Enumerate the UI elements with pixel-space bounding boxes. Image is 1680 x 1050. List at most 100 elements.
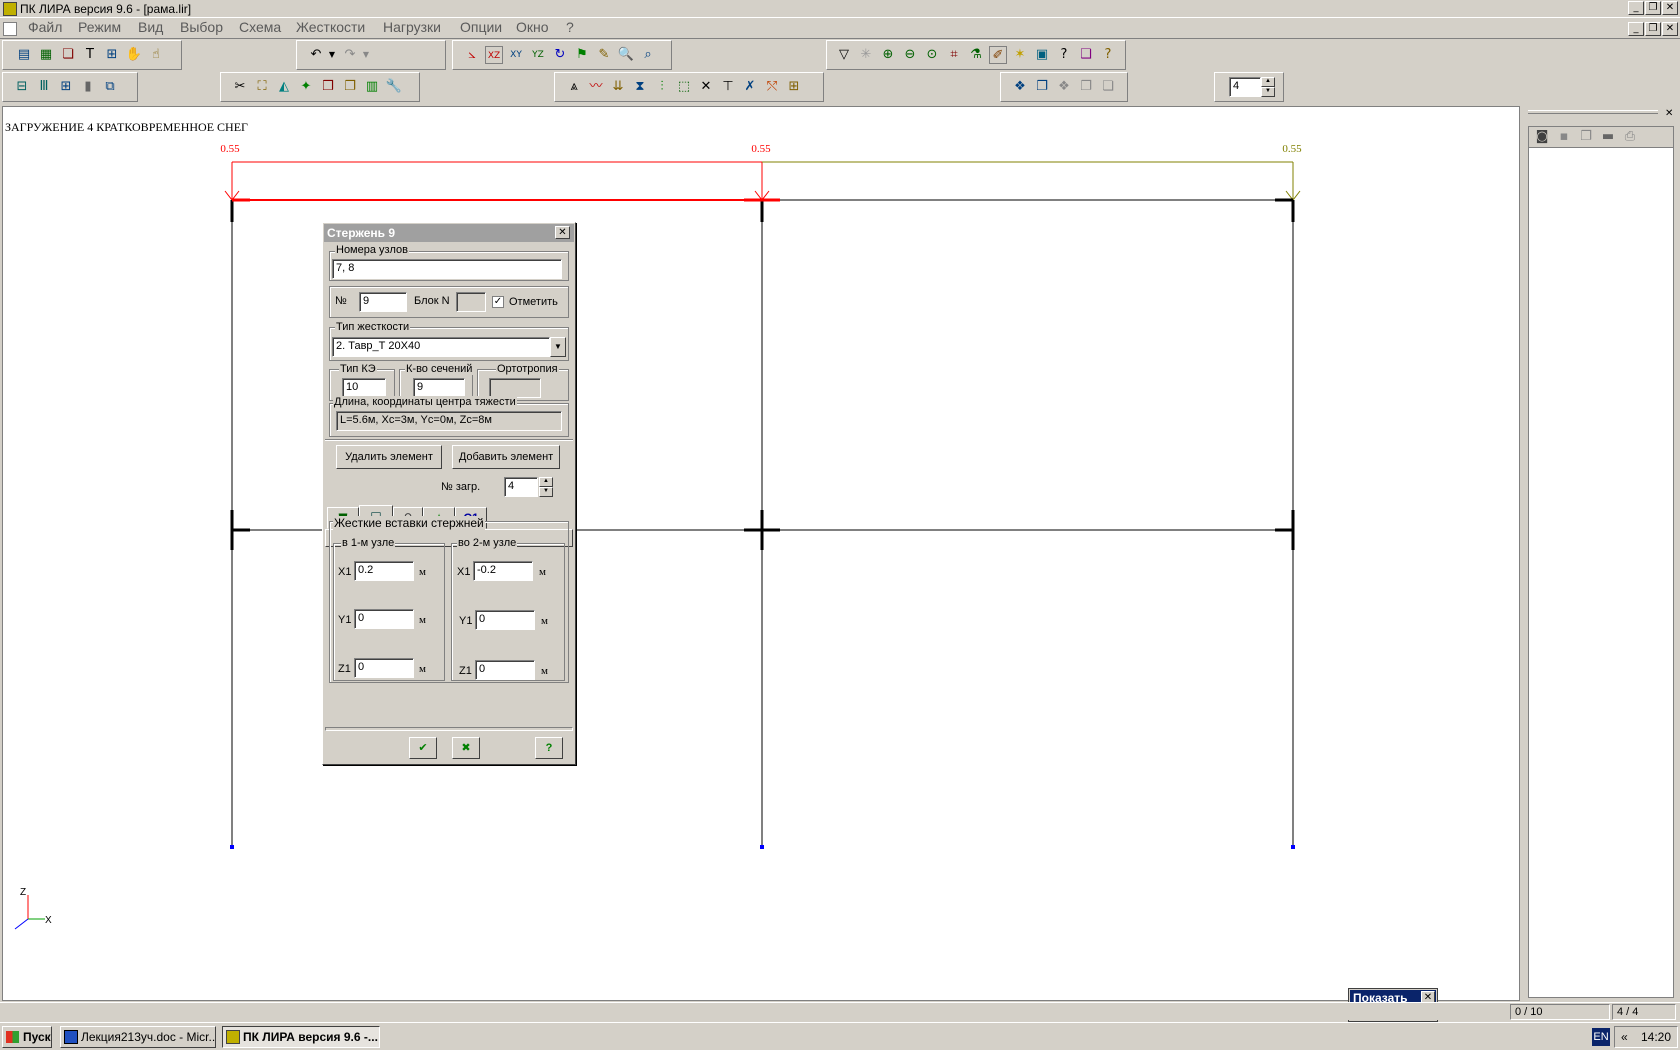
spin-down-button[interactable]: ▼ [1261, 87, 1275, 97]
zoom-out-icon[interactable]: ⊖ [901, 46, 919, 64]
disk-icon[interactable]: ▪ [1555, 128, 1573, 146]
split-icon[interactable]: ✗ [741, 78, 759, 96]
stack3-icon[interactable]: ❏ [1099, 78, 1117, 96]
help-button-icon[interactable]: ? [535, 737, 563, 759]
menu-mode[interactable]: Режим [78, 19, 121, 35]
load-plate-icon[interactable]: ⬚ [675, 78, 693, 96]
pages-icon[interactable]: ❐ [341, 78, 359, 96]
number-input[interactable]: 9 [359, 292, 407, 312]
mesh-icon[interactable]: ⊞ [57, 78, 75, 96]
spin-up-button[interactable]: ▲ [1261, 77, 1275, 87]
n1-x1-input[interactable]: 0.2 [354, 561, 414, 581]
undo-dropdown-icon[interactable]: ▼ [323, 46, 341, 64]
bottle-icon[interactable]: ⚗ [967, 46, 985, 64]
menu-loads[interactable]: Нагрузки [383, 19, 441, 35]
figure-icon[interactable]: ✶ [1011, 46, 1029, 64]
table-icon[interactable]: ⊞ [103, 46, 121, 64]
table2-icon[interactable]: ⊞ [785, 78, 803, 96]
zoom-window-icon[interactable]: ⊙ [923, 46, 941, 64]
orthotropy-input[interactable] [489, 378, 541, 398]
start-button[interactable]: Пуск [2, 1026, 52, 1048]
wrench-icon[interactable]: 🔧 [385, 78, 403, 96]
stack2-icon[interactable]: ❐ [1077, 78, 1095, 96]
print-icon[interactable]: ⎙ [1621, 128, 1639, 146]
rotate-icon[interactable]: ↻ [551, 46, 569, 64]
columns-icon[interactable]: Ⅲ [35, 78, 53, 96]
open-icon[interactable]: ▤ [15, 46, 33, 64]
copy2-icon[interactable]: ❐ [1577, 128, 1595, 146]
node-icon[interactable]: ⛶ [253, 78, 271, 96]
cross-icon[interactable]: ✕ [697, 78, 715, 96]
group2-icon[interactable]: ❖ [1055, 78, 1073, 96]
load-number-up-button[interactable]: ▲ [539, 477, 553, 487]
cancel-icon[interactable]: ✖ [452, 737, 480, 759]
axes-icon[interactable]: ⦣ [463, 46, 481, 64]
block-input[interactable] [456, 292, 486, 312]
chevron-down-icon[interactable]: ▼ [550, 337, 566, 357]
load-line-icon[interactable]: 〰 [587, 78, 605, 96]
load-node-icon[interactable]: ⧗ [631, 78, 649, 96]
load-number-input[interactable]: 4 [504, 477, 538, 497]
context-help-icon[interactable]: ? [1055, 46, 1073, 64]
star-icon[interactable]: ✳ [857, 46, 875, 64]
triangle-icon[interactable]: ◭ [275, 78, 293, 96]
n2-y1-input[interactable]: 0 [475, 610, 535, 630]
menu-file[interactable]: Файл [28, 19, 62, 35]
sparkle-icon[interactable]: ✦ [297, 78, 315, 96]
language-indicator[interactable]: EN [1592, 1028, 1610, 1046]
help-icon[interactable]: ? [1099, 46, 1117, 64]
scissors-icon[interactable]: ✂ [231, 78, 249, 96]
load-number-down-button[interactable]: ▼ [539, 487, 553, 497]
stack-icon[interactable]: ❐ [1033, 78, 1051, 96]
menu-view[interactable]: Вид [138, 19, 163, 35]
stamp-icon[interactable]: ❒ [319, 78, 337, 96]
n1-z1-input[interactable]: 0 [354, 658, 414, 678]
view-xy-icon[interactable]: XY [507, 46, 525, 64]
view-yz-icon[interactable]: YZ [529, 46, 547, 64]
menu-scheme[interactable]: Схема [239, 19, 281, 35]
task-lira[interactable]: ПК ЛИРА версия 9.6 -... [222, 1026, 380, 1048]
document-icon[interactable] [3, 22, 17, 36]
ke-type-input[interactable]: 10 [342, 378, 386, 398]
redo-dropdown-icon[interactable]: ▼ [357, 46, 375, 64]
minimize-button[interactable]: _ [1628, 1, 1644, 15]
panel-close-icon[interactable]: ✕ [1665, 108, 1673, 119]
cylinder-icon[interactable]: ▮ [79, 78, 97, 96]
drawing-canvas[interactable]: ЗАГРУЖЕНИЕ 4 КРАТКОВРЕМЕННОЕ СНЕГ 0.55 0… [2, 106, 1520, 1001]
dialog-close-button[interactable]: ✕ [555, 226, 570, 239]
load-case-spinner[interactable]: 4 [1229, 77, 1261, 97]
camera-icon[interactable]: ◙ [1533, 128, 1551, 146]
add-element-button[interactable]: Добавить элемент [452, 445, 560, 469]
stiffness-select[interactable]: 2. Тавр_Т 20Х40 [332, 337, 550, 357]
hand-icon[interactable]: ✋ [125, 46, 143, 64]
dialog-titlebar[interactable]: Стержень 9 [324, 224, 574, 242]
delete-element-button[interactable]: Удалить элемент [336, 445, 442, 469]
copy-icon[interactable]: ❏ [59, 46, 77, 64]
panel-grip[interactable] [1528, 110, 1658, 114]
brush-icon[interactable]: ✐ [989, 46, 1007, 64]
image-icon[interactable]: ▬ [1599, 128, 1617, 146]
sections-input[interactable]: 9 [413, 378, 465, 398]
flag-icon[interactable]: ⚑ [573, 46, 591, 64]
mark-checkbox[interactable]: ✓ [492, 296, 504, 308]
merge-icon[interactable]: ⤲ [763, 78, 781, 96]
app-icon[interactable] [3, 2, 17, 16]
n2-x1-input[interactable]: -0.2 [473, 561, 533, 581]
apply-icon[interactable]: ✔ [409, 737, 437, 759]
hand-select-icon[interactable]: ☝ [147, 46, 165, 64]
doc-restore-button[interactable]: ❐ [1645, 22, 1661, 36]
save-icon[interactable]: ▦ [37, 46, 55, 64]
filter-icon[interactable]: ▽ [835, 46, 853, 64]
menu-options[interactable]: Опции [460, 19, 502, 35]
group-icon[interactable]: ❖ [1011, 78, 1029, 96]
load-dist-icon[interactable]: ⇊ [609, 78, 627, 96]
load-bar-icon[interactable]: ⫶ [653, 78, 671, 96]
doc-minimize-button[interactable]: _ [1628, 22, 1644, 36]
menu-window[interactable]: Окно [516, 19, 549, 35]
task-word[interactable]: Лекция213уч.doc - Micr... [60, 1026, 216, 1048]
frame-icon[interactable]: ⊟ [13, 78, 31, 96]
view-xz-icon[interactable]: XZ [485, 46, 503, 64]
tray-chevron-icon[interactable]: « [1621, 1030, 1628, 1044]
archive-icon[interactable]: ▥ [363, 78, 381, 96]
n1-y1-input[interactable]: 0 [354, 609, 414, 629]
